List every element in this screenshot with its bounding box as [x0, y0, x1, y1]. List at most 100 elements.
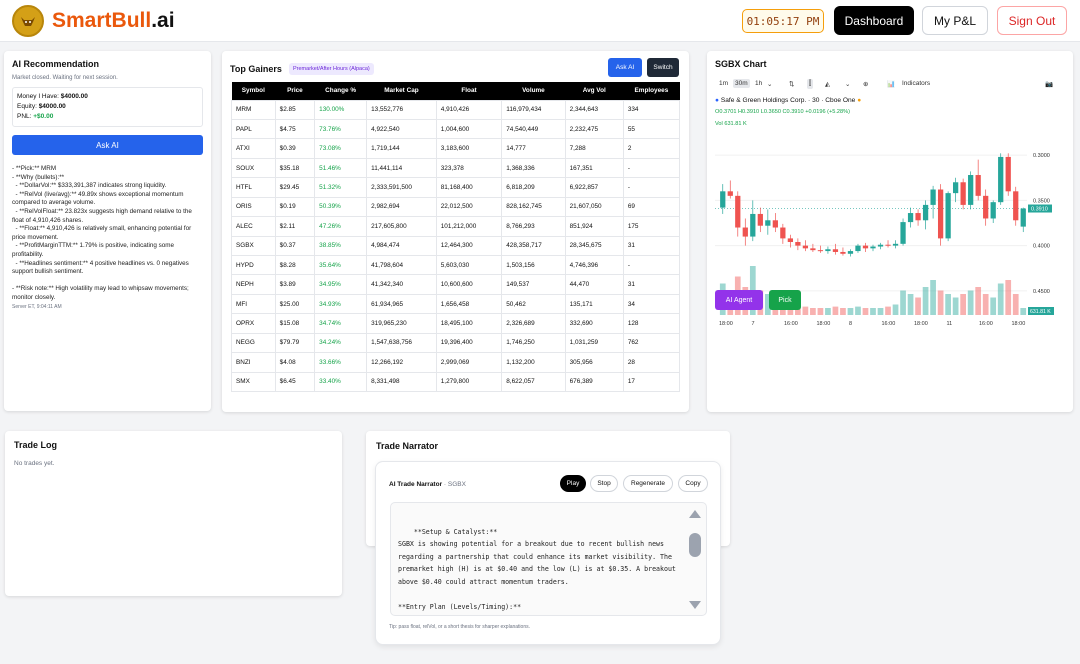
- table-cell: 2,982,694: [366, 196, 437, 218]
- account-summary: Money I Have: $4000.00 Equity: $4000.00 …: [12, 87, 203, 127]
- timeframe-1h[interactable]: 1h: [755, 80, 762, 87]
- table-cell: 428,358,717: [501, 235, 566, 257]
- pick-button[interactable]: Pick: [769, 290, 801, 310]
- column-header[interactable]: Float: [436, 82, 502, 100]
- ai-recommendation-card: AI Recommendation Market closed. Waiting…: [4, 51, 211, 411]
- price-tick-label: 0.4000: [1033, 244, 1050, 250]
- table-cell: 14,777: [501, 138, 566, 159]
- indicators-button[interactable]: Indicators: [902, 80, 930, 87]
- price-tick-label: 0.3000: [1033, 153, 1050, 159]
- money-label: Money I Have:: [17, 93, 59, 100]
- ask-ai-button[interactable]: Ask AI: [12, 135, 203, 155]
- table-cell: -: [622, 177, 681, 198]
- chart-title: SGBX Chart: [715, 59, 767, 69]
- table-row[interactable]: BNZI $4.08 33.66% 12,266,192 2,999,069 1,132,…: [231, 352, 681, 373]
- column-header[interactable]: Symbol: [231, 82, 276, 100]
- chevron-down-icon[interactable]: ⌄: [845, 80, 850, 88]
- table-cell: ORIS: [231, 196, 276, 218]
- timeframe-1m[interactable]: 1m: [719, 80, 728, 87]
- regenerate-button[interactable]: Regenerate: [623, 475, 673, 492]
- narrator-text: **Setup & Catalyst:** SGBX is showing po…: [390, 502, 707, 616]
- table-row[interactable]: OPRX $15.08 34.74% 319,965,230 18,495,100 2,3…: [231, 313, 681, 334]
- table-cell: $3.89: [274, 274, 316, 295]
- candle-body: [780, 227, 786, 239]
- exchange-icon: ●: [715, 97, 719, 104]
- copy-button[interactable]: Copy: [678, 475, 708, 492]
- indicators-icon[interactable]: 📊: [887, 80, 895, 88]
- candle-body: [810, 248, 816, 251]
- column-header[interactable]: Employees: [623, 82, 680, 100]
- column-header[interactable]: Change %: [314, 82, 367, 100]
- candle-body: [983, 195, 989, 219]
- table-row[interactable]: ORIS $0.19 50.39% 2,982,694 22,012,500 828,16…: [231, 196, 681, 218]
- table-cell: NEPH: [231, 274, 276, 295]
- table-cell: 828,162,745: [501, 196, 566, 218]
- compare-icon[interactable]: ⇅: [789, 80, 794, 88]
- table-cell: 4,922,540: [366, 118, 437, 140]
- dashboard-button[interactable]: Dashboard: [834, 6, 914, 35]
- table-cell: 8,766,293: [501, 216, 566, 237]
- trade-log-card: Trade Log No trades yet.: [5, 431, 342, 596]
- trade-narrator-panel: AI Trade Narrator · SGBX Play Stop Regen…: [375, 461, 721, 645]
- narrator-scrollbar[interactable]: [688, 508, 702, 612]
- table-row[interactable]: PAPL $4.75 73.76% 4,922,540 1,004,600 74,540,…: [231, 118, 681, 140]
- timeframe-30m[interactable]: 30m: [733, 79, 750, 88]
- table-cell: $2.85: [274, 99, 316, 120]
- candle-body: [840, 251, 846, 254]
- table-row[interactable]: ALEC $2.11 47.26% 217,605,800 101,212,000 8,7…: [231, 216, 681, 237]
- table-cell: MRM: [231, 99, 276, 120]
- table-cell: SOUX: [231, 157, 276, 179]
- camera-icon[interactable]: 📷: [1045, 80, 1053, 88]
- table-cell: 676,389: [564, 371, 624, 393]
- candle-body: [877, 244, 884, 247]
- column-header[interactable]: Market Cap: [366, 82, 437, 100]
- table-row[interactable]: HTFL $29.45 51.32% 2,333,591,500 81,168,400 6…: [231, 177, 681, 198]
- volume-bar: [847, 308, 854, 315]
- candlestick-chart[interactable]: 0.4500 0.4000 0.3500 0.3000 0.3910 631.81 K 18…: [715, 129, 1065, 329]
- table-row[interactable]: NEPH $3.89 34.95% 41,342,340 10,600,600 149,5…: [231, 274, 681, 295]
- candle-body: [892, 243, 899, 246]
- table-row[interactable]: HYPD $8.28 35.64% 41,798,604 5,603,030 1,503,…: [231, 254, 681, 276]
- table-row[interactable]: NEGG $79.79 34.24% 1,547,638,756 19,396,400 1…: [231, 332, 681, 354]
- table-row[interactable]: SMX $6.45 33.40% 8,331,498 1,279,800 8,622,05…: [231, 371, 681, 393]
- table-row[interactable]: ATXI $0.39 73.08% 1,719,144 3,183,600 14,777 7…: [231, 138, 681, 159]
- stop-button[interactable]: Stop: [590, 475, 618, 492]
- table-cell: $15.08: [274, 313, 316, 334]
- ai-agent-button[interactable]: AI Agent: [715, 290, 763, 310]
- table-cell: $4.75: [274, 118, 316, 140]
- equity-value: $4000.00: [38, 103, 66, 110]
- table-cell: 34.24%: [314, 332, 368, 354]
- table-cell: 22,012,500: [435, 196, 503, 218]
- table-cell: 13,552,776: [366, 99, 437, 120]
- column-header[interactable]: Price: [275, 82, 315, 100]
- time-tick-label: 18:00: [817, 321, 831, 327]
- candle-body: [1020, 208, 1026, 227]
- volume-bar: [855, 306, 861, 315]
- table-row[interactable]: SGBX $0.37 38.85% 4,984,474 12,464,300 428,35…: [231, 235, 681, 257]
- column-header[interactable]: Volume: [501, 82, 566, 100]
- play-button[interactable]: Play: [560, 475, 586, 492]
- table-row[interactable]: MRM $2.85 130.00% 13,552,776 4,910,426 116,97…: [231, 99, 681, 120]
- table-cell: -: [622, 254, 681, 276]
- table-cell: 74,540,449: [501, 118, 566, 140]
- candles-icon[interactable]: ⫿: [807, 79, 814, 89]
- area-chart-icon[interactable]: ◭: [825, 80, 830, 88]
- gainers-ask-ai-button[interactable]: Ask AI: [608, 58, 642, 77]
- table-row[interactable]: MFI $25.00 34.93% 61,934,965 1,656,458 50,462…: [231, 293, 681, 315]
- switch-button[interactable]: Switch: [647, 58, 679, 77]
- candle-body: [990, 202, 996, 219]
- chevron-down-icon[interactable]: ⌄: [767, 80, 772, 88]
- table-cell: $2.11: [274, 216, 316, 237]
- add-icon[interactable]: ⊕: [863, 80, 868, 88]
- brand-name[interactable]: SmartBull.ai: [52, 9, 175, 33]
- ai-recommendation-title: AI Recommendation: [12, 59, 100, 69]
- column-header[interactable]: Avg Vol: [565, 82, 624, 100]
- top-gainers-title: Top Gainers: [230, 64, 282, 74]
- table-row[interactable]: SOUX $35.18 51.46% 11,441,114 323,378 1,368,3…: [231, 157, 681, 179]
- table-cell: HTFL: [231, 177, 276, 198]
- table-cell: 50,462: [501, 293, 566, 315]
- my-pnl-button[interactable]: My P&L: [922, 6, 988, 35]
- last-price-label: 0.3910: [1031, 207, 1048, 213]
- sign-out-button[interactable]: Sign Out: [997, 6, 1067, 35]
- bull-logo-icon[interactable]: [12, 5, 44, 37]
